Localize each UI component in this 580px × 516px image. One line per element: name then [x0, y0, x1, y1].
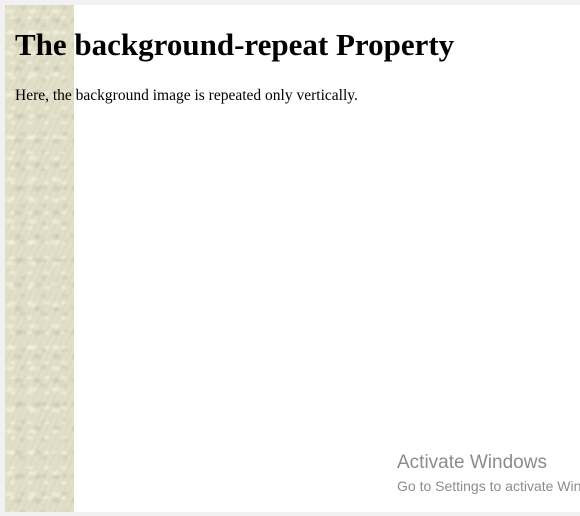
activation-title: Activate Windows: [397, 452, 547, 473]
browser-viewport: The background-repeat Property Here, the…: [5, 5, 580, 512]
windows-activation-watermark: Activate Windows Go to Settings to activ…: [397, 451, 580, 495]
page-title: The background-repeat Property: [15, 27, 455, 62]
page-paragraph: Here, the background image is repeated o…: [15, 87, 358, 104]
activation-subtitle: Go to Settings to activate Windows.: [397, 478, 580, 494]
page-content: The background-repeat Property Here, the…: [15, 5, 580, 105]
